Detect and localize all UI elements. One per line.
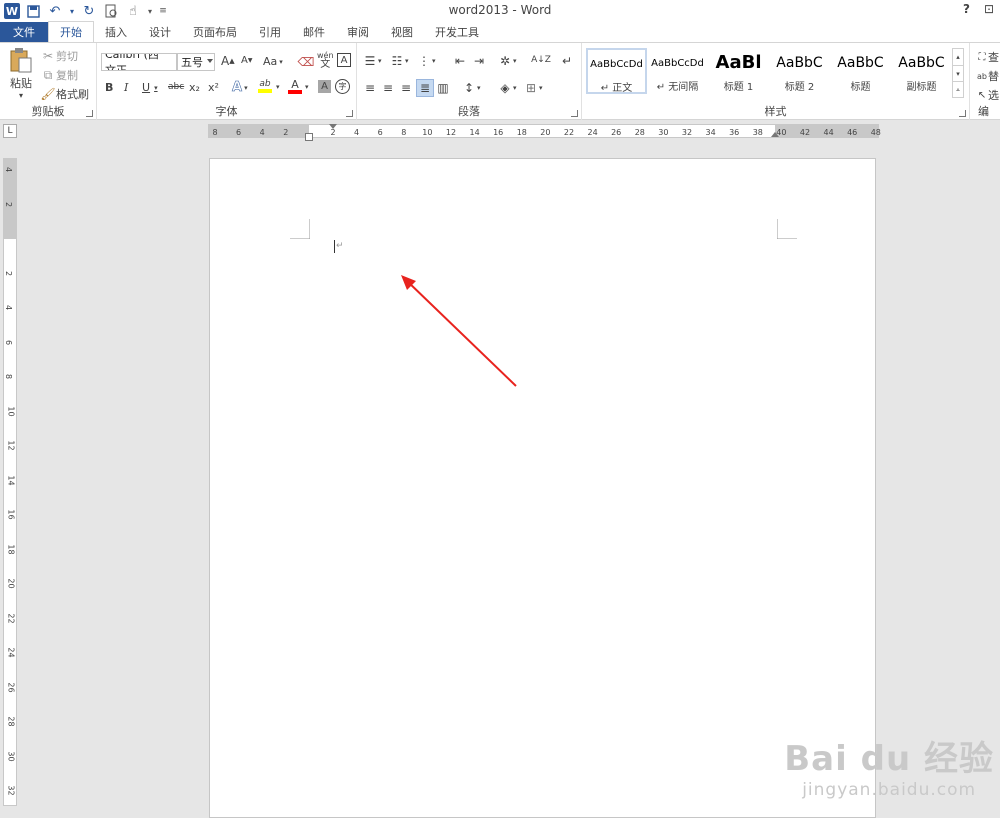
baidu-jingyan-watermark: Bai du 经验 jingyan.baidu.com	[784, 731, 994, 800]
annotation-arrow	[0, 0, 1000, 806]
annotation-arrow-shaft	[406, 280, 516, 386]
watermark-url: jingyan.baidu.com	[784, 780, 994, 800]
watermark-logo-text: Bai du 经验	[784, 731, 994, 780]
